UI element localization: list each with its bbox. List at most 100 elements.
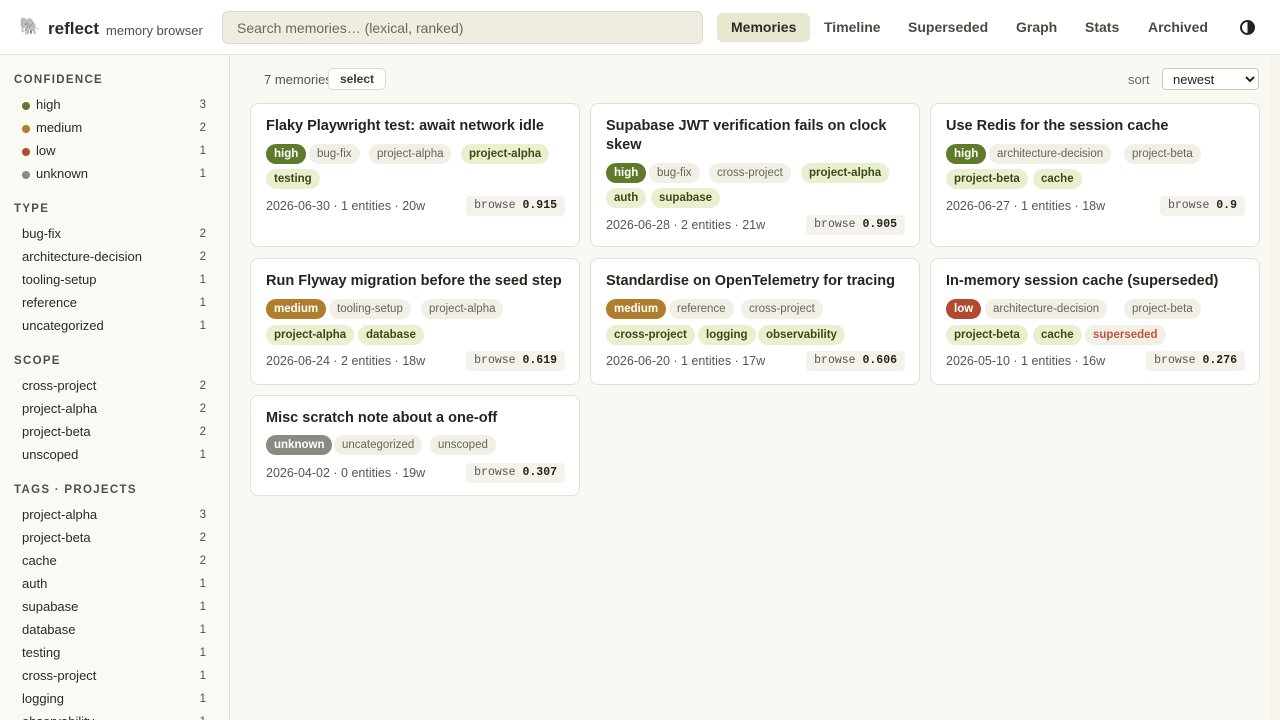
contrast-icon[interactable] (1240, 20, 1255, 35)
project-tag[interactable]: project-alpha (801, 163, 890, 183)
brand-name[interactable]: reflect (48, 19, 99, 39)
type-tag[interactable]: reference (669, 299, 734, 319)
status-dot-icon (22, 101, 30, 110)
facet-scope-project-beta[interactable]: project-beta 2 (14, 421, 214, 443)
facet-tag-auth[interactable]: auth 1 (14, 573, 214, 595)
project-tag[interactable]: auth (606, 188, 647, 208)
project-tag[interactable]: cache (1033, 169, 1082, 189)
facet-tag-logging[interactable]: logging 1 (14, 688, 214, 710)
facet-scope-project-alpha[interactable]: project-alpha 2 (14, 398, 214, 420)
tags-section-title: TAGS · PROJECTS (14, 484, 137, 496)
facet-confidence-high[interactable]: high 3 (14, 94, 214, 116)
score-value: 0.307 (522, 466, 557, 479)
scope-tag[interactable]: project-beta (1124, 299, 1201, 319)
tab-archived[interactable]: Archived (1134, 13, 1222, 42)
score-value: 0.276 (1202, 354, 1237, 367)
browse-score: browse 0.307 (466, 463, 565, 483)
facet-tag-project-beta[interactable]: project-beta 2 (14, 527, 214, 549)
facet-count: 3 (199, 509, 206, 521)
memory-card[interactable]: In-memory session cache (superseded) low… (930, 258, 1260, 385)
facet-type-architecture-decision[interactable]: architecture-decision 2 (14, 246, 214, 268)
scope-tag[interactable]: cross-project (741, 299, 823, 319)
confidence-badge: high (946, 144, 987, 164)
tab-superseded[interactable]: Superseded (894, 13, 1002, 42)
select-button[interactable]: select (328, 68, 386, 90)
facet-confidence-low[interactable]: low 1 (14, 140, 214, 162)
project-tag[interactable]: observability (758, 325, 845, 345)
browse-label: browse (474, 466, 516, 479)
facet-tag-database[interactable]: database 1 (14, 619, 214, 641)
facet-tag-project-alpha[interactable]: project-alpha 3 (14, 504, 214, 526)
facet-type-uncategorized[interactable]: uncategorized 1 (14, 315, 214, 337)
facet-count: 1 (199, 274, 206, 286)
facet-tag-cross-project[interactable]: cross-project 1 (14, 665, 214, 687)
facet-tag-cache[interactable]: cache 2 (14, 550, 214, 572)
sort-select[interactable]: newest (1162, 68, 1259, 90)
project-tag[interactable]: cross-project (606, 325, 695, 345)
browse-label: browse (1167, 199, 1210, 212)
tab-stats[interactable]: Stats (1071, 13, 1133, 42)
project-tag[interactable]: supabase (651, 188, 721, 208)
memory-card[interactable]: Standardise on OpenTelemetry for tracing… (590, 258, 920, 385)
facet-confidence-unknown[interactable]: unknown 1 (14, 163, 214, 185)
facet-count: 2 (199, 426, 206, 438)
memory-card[interactable]: Use Redis for the session cache high arc… (930, 103, 1260, 247)
facet-label: high (36, 97, 61, 112)
facet-type-tooling-setup[interactable]: tooling-setup 1 (14, 269, 214, 291)
search-input[interactable] (222, 11, 703, 44)
memory-card[interactable]: Supabase JWT verification fails on clock… (590, 103, 920, 247)
facet-count: 2 (199, 122, 206, 134)
facet-type-bug-fix[interactable]: bug-fix 2 (14, 223, 214, 245)
facet-tag-supabase[interactable]: supabase 1 (14, 596, 214, 618)
type-tag[interactable]: architecture-decision (989, 144, 1112, 164)
memory-card[interactable]: Flaky Playwright test: await network idl… (250, 103, 580, 247)
browse-label: browse (814, 218, 856, 231)
facet-type-reference[interactable]: reference 1 (14, 292, 214, 314)
card-title: In-memory session cache (superseded) (946, 273, 1219, 289)
project-tag[interactable]: project-beta (946, 325, 1028, 345)
project-tag[interactable]: project-alpha (266, 325, 355, 345)
type-tag[interactable]: bug-fix (309, 144, 360, 164)
type-tag[interactable]: uncategorized (334, 435, 423, 455)
browse-score: browse 0.276 (1146, 351, 1245, 371)
project-tag[interactable]: cache (1033, 325, 1082, 345)
scope-tag[interactable]: project-beta (1124, 144, 1201, 164)
page-scrollbar[interactable] (1270, 56, 1280, 720)
facet-label: observability (22, 711, 94, 720)
facet-label: cache (22, 553, 57, 568)
facet-label: project-alpha (22, 507, 98, 522)
tab-graph[interactable]: Graph (1002, 13, 1071, 42)
facet-count: 2 (199, 228, 206, 240)
project-tag[interactable]: logging (698, 325, 756, 345)
facet-confidence-medium[interactable]: medium 2 (14, 117, 214, 139)
facet-tag-observability[interactable]: observability 1 (14, 711, 214, 720)
facet-tag-testing[interactable]: testing 1 (14, 642, 214, 664)
facet-count: 1 (199, 449, 206, 461)
facet-label: testing (22, 645, 61, 660)
confidence-badge: low (946, 299, 982, 319)
confidence-badge: medium (266, 299, 327, 319)
memory-card[interactable]: Misc scratch note about a one-off unknow… (250, 395, 580, 496)
tab-timeline[interactable]: Timeline (810, 13, 895, 42)
type-tag[interactable]: architecture-decision (985, 299, 1108, 319)
project-tag[interactable]: project-alpha (461, 144, 550, 164)
score-value: 0.619 (522, 354, 557, 367)
scope-tag[interactable]: unscoped (430, 435, 496, 455)
status-dot-icon (22, 147, 30, 156)
facet-scope-unscoped[interactable]: unscoped 1 (14, 444, 214, 466)
project-tag[interactable]: testing (266, 169, 320, 189)
project-tag[interactable]: project-beta (946, 169, 1028, 189)
browse-score: browse 0.606 (806, 351, 905, 371)
confidence-section-title: CONFIDENCE (14, 74, 104, 86)
scope-tag[interactable]: cross-project (709, 163, 791, 183)
memory-card[interactable]: Run Flyway migration before the seed ste… (250, 258, 580, 385)
facet-count: 1 (199, 320, 206, 332)
tab-memories[interactable]: Memories (717, 13, 811, 42)
facet-scope-cross-project[interactable]: cross-project 2 (14, 375, 214, 397)
facet-count: 1 (199, 693, 206, 705)
project-tag[interactable]: database (358, 325, 424, 345)
scope-tag[interactable]: project-alpha (369, 144, 452, 164)
type-tag[interactable]: tooling-setup (329, 299, 411, 319)
type-tag[interactable]: bug-fix (649, 163, 700, 183)
scope-tag[interactable]: project-alpha (421, 299, 504, 319)
